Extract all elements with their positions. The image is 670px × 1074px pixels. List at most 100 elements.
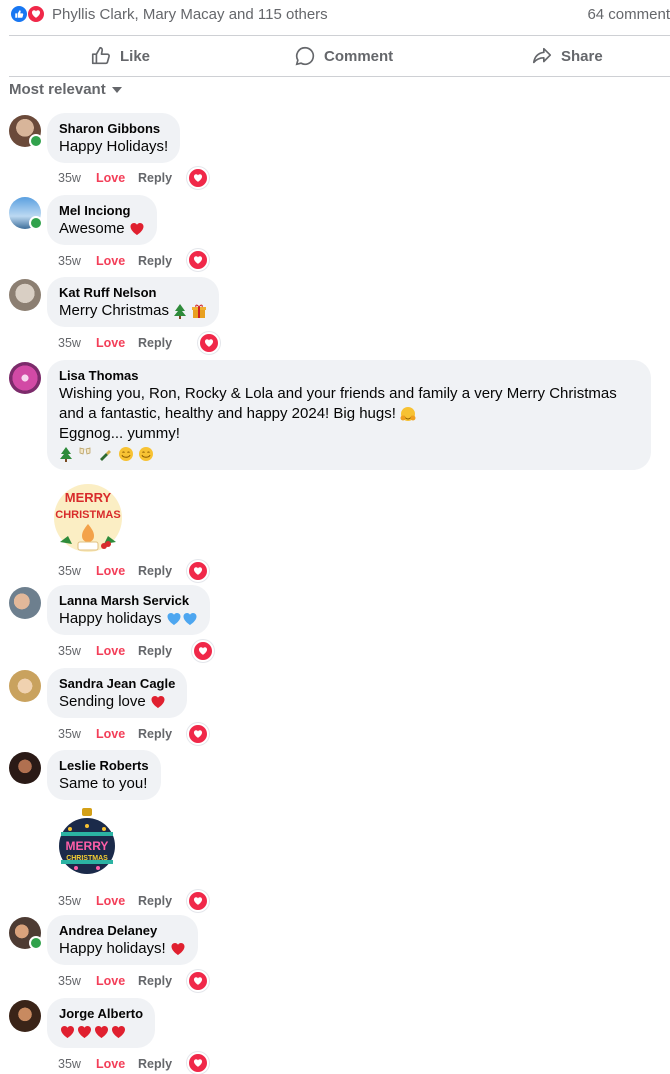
comment-sort-dropdown[interactable]: Most relevant [9,81,122,98]
reply-link[interactable]: Reply [138,894,172,908]
comment-meta: 35w Love Reply [58,254,172,268]
reactors-names-link[interactable]: Phyllis Clark, Mary Macay and 115 others [52,6,328,23]
red-heart-emoji-icon [130,223,144,236]
avatar[interactable] [9,587,41,619]
heart-reaction-icon[interactable] [198,332,220,354]
comment-author[interactable]: Sharon Gibbons [59,121,168,137]
comment-author[interactable]: Leslie Roberts [59,758,149,774]
online-status-dot [29,936,43,950]
comment-count-link[interactable]: 64 comment [587,6,670,23]
heart-reaction-icon[interactable] [187,167,209,189]
comment-author[interactable]: Kat Ruff Nelson [59,285,207,301]
christmas-tree-emoji-icon [60,447,72,463]
divider [9,76,670,77]
comment-text: Awesome [59,219,145,239]
comment-text: Wishing you, Ron, Rocky & Lola and your … [59,384,639,424]
comment-time[interactable]: 35w [58,974,96,988]
love-reaction-link[interactable]: Love [96,1057,138,1071]
sticker-text-line2: CHRISTMAS [66,855,108,862]
avatar[interactable] [9,752,41,784]
love-reaction-link[interactable]: Love [96,894,138,908]
heart-reaction-icon[interactable] [187,560,209,582]
comment-text-content: Happy holidays! [59,940,166,957]
comment-text: Happy holidays [59,609,198,629]
heart-reaction-icon[interactable] [192,640,214,662]
comment-text [59,1022,143,1042]
red-heart-emoji-icon [171,943,185,956]
smiling-face-emoji-icon [118,447,133,462]
heart-reaction-icon[interactable] [187,970,209,992]
reply-link[interactable]: Reply [138,336,172,350]
comment-time[interactable]: 35w [58,336,96,350]
comment-author[interactable]: Mel Inciong [59,203,145,219]
avatar[interactable] [9,1000,41,1032]
comment-author[interactable]: Andrea Delaney [59,923,186,939]
heart-reaction-icon[interactable] [187,249,209,271]
comment-time[interactable]: 35w [58,644,96,658]
avatar[interactable] [9,917,43,950]
comment-meta: 35w Love Reply [58,171,172,185]
avatar[interactable] [9,197,43,230]
love-reaction-link[interactable]: Love [96,336,138,350]
love-reaction-link[interactable]: Love [96,974,138,988]
avatar[interactable] [9,115,43,148]
comment-time[interactable]: 35w [58,254,96,268]
comment-author[interactable]: Sandra Jean Cagle [59,676,175,692]
merry-christmas-sticker[interactable]: MERRY CHRISTMAS [48,476,128,556]
sticker-text-line1: MERRY [65,490,112,505]
like-label: Like [120,47,151,65]
reply-link[interactable]: Reply [138,974,172,988]
emoji-line [59,444,639,464]
comment-label: Comment [324,47,394,65]
comment-author[interactable]: Lanna Marsh Servick [59,593,198,609]
love-reaction-icon [27,5,45,23]
reply-link[interactable]: Reply [138,171,172,185]
comment-time[interactable]: 35w [58,564,96,578]
heart-reaction-icon[interactable] [187,723,209,745]
sort-label: Most relevant [9,81,106,98]
heart-reaction-icon[interactable] [187,1052,209,1074]
comment-time[interactable]: 35w [58,727,96,741]
love-reaction-link[interactable]: Love [96,564,138,578]
love-reaction-link[interactable]: Love [96,727,138,741]
avatar[interactable] [9,670,41,702]
reply-link[interactable]: Reply [138,727,172,741]
comment-meta: 35w Love Reply [58,644,172,658]
comment-time[interactable]: 35w [58,894,96,908]
comment-text: Same to you! [59,775,148,792]
reply-link[interactable]: Reply [138,1057,172,1071]
hugging-face-emoji-icon [400,407,416,422]
sticker-text-line1: MERRY [66,839,109,853]
comment-text-content: Happy holidays [59,610,162,627]
reply-link[interactable]: Reply [138,644,172,658]
share-icon [532,47,552,64]
comment-author[interactable]: Lisa Thomas [59,368,639,384]
avatar[interactable] [9,279,41,311]
share-button[interactable]: Share [531,38,603,74]
comment-bubble: Lanna Marsh Servick Happy holidays [47,585,210,635]
comment-time[interactable]: 35w [58,171,96,185]
comment-meta: 35w Love Reply [58,336,172,350]
love-reaction-link[interactable]: Love [96,254,138,268]
champagne-glasses-emoji-icon [79,447,91,455]
online-status-dot [29,134,43,148]
red-heart-emoji-icon [151,696,165,709]
love-reaction-link[interactable]: Love [96,644,138,658]
christmas-tree-emoji-icon [174,304,187,320]
reply-link[interactable]: Reply [138,254,172,268]
reply-link[interactable]: Reply [138,564,172,578]
share-label: Share [561,47,603,65]
comment-bubble: Lisa Thomas Wishing you, Ron, Rocky & Lo… [47,360,651,470]
comment-button[interactable]: Comment [294,38,393,74]
like-button[interactable]: Like [90,38,150,74]
comment-time[interactable]: 35w [58,1057,96,1071]
heart-reaction-icon[interactable] [187,890,209,912]
sticker-text-line2: CHRISTMAS [55,509,120,521]
love-reaction-link[interactable]: Love [96,171,138,185]
comment-bubble: Mel Inciong Awesome [47,195,157,245]
merry-christmas-ornament-sticker[interactable]: MERRY CHRISTMAS [56,806,118,880]
comment-author[interactable]: Jorge Alberto [59,1006,143,1022]
avatar[interactable] [9,362,41,394]
red-heart-emoji-icon [61,1026,74,1039]
comment-meta: 35w Love Reply [58,727,172,741]
